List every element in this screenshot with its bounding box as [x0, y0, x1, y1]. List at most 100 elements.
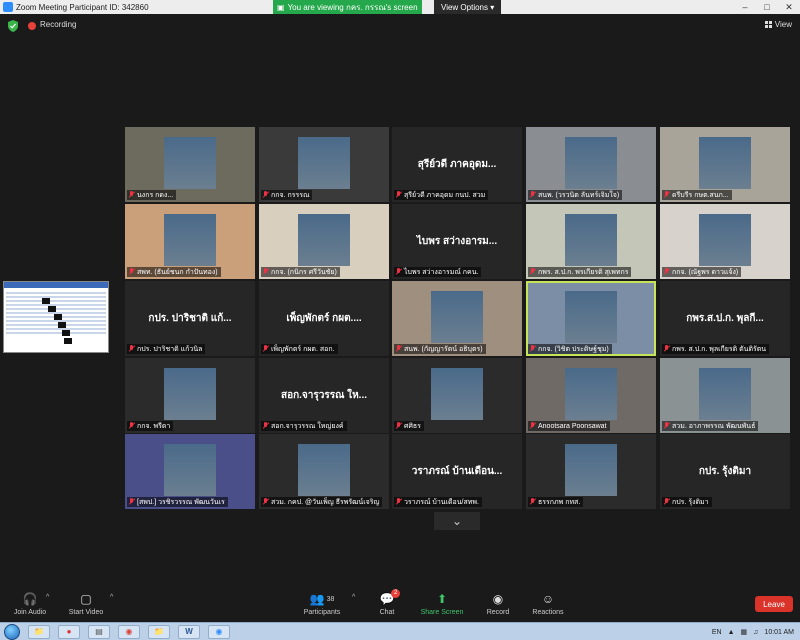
mic-muted-icon — [529, 268, 536, 276]
window-controls: – □ ✕ — [734, 0, 800, 14]
participant-tile[interactable]: ดรีบรีร กษต.สนก... — [660, 127, 790, 202]
network-icon[interactable]: ▦ — [741, 628, 748, 636]
mic-muted-icon — [395, 498, 402, 506]
tray-arrow-icon[interactable]: ▲ — [728, 629, 735, 636]
participant-tile[interactable]: สวม. กคป. @วันเพ็ญ ธีรพรัฒน์เจริญ — [259, 434, 389, 509]
participant-tile[interactable]: เพ็ญพักตร์ กผต.... เพ็ญพักตร์ กผต. สอก. — [259, 281, 389, 356]
share-screen-button[interactable]: ⬆ Share Screen — [412, 591, 472, 616]
participant-tile[interactable]: [สพป.] วรชิรวรรณ พัฒนวันเร — [125, 434, 255, 509]
participant-tile[interactable]: สนพ. (กัญญารัตน์ อธิบุตร) — [392, 281, 522, 356]
participants-button[interactable]: 👥 38 Participants — [292, 591, 352, 616]
participant-tile[interactable]: กกจ. (กนิกร ศรีวันชัย) — [259, 204, 389, 279]
window-title: Zoom Meeting Participant ID: 342860 — [16, 2, 149, 12]
participant-video — [164, 368, 216, 420]
leave-button[interactable]: Leave — [755, 596, 793, 612]
participant-tile[interactable]: ศศิธร — [392, 358, 522, 433]
mic-muted-icon — [395, 268, 402, 276]
mic-muted-icon — [262, 498, 269, 506]
video-options-chevron-icon[interactable]: ^ — [110, 594, 113, 601]
participant-tile[interactable]: สนพ. (วรวนิต ลันทร์เจิมใจ) — [526, 127, 656, 202]
participant-tile[interactable]: กพร.ส.ป.ก. พุลกี... กพร. ส.ป.ก. พุลเกียรต… — [660, 281, 790, 356]
participant-tile[interactable]: กกจ. (ณัฐพร ดาวแจ้ง) — [660, 204, 790, 279]
next-page-chevron-icon[interactable]: ⌄ — [434, 512, 480, 530]
mic-muted-icon — [262, 268, 269, 276]
encryption-shield-icon[interactable] — [8, 20, 18, 32]
explorer-taskbar-icon[interactable]: 📁 — [28, 624, 50, 639]
viewing-screen-banner: ▣ You are viewing กคร. กรรณ's screen — [273, 0, 422, 14]
chat-button[interactable]: 💬 2 Chat — [357, 589, 417, 616]
zoom-taskbar-icon[interactable]: ◉ — [208, 624, 230, 639]
participant-tile[interactable]: กกจ. (วิชิต ประดิษฐ์ชุม) — [526, 281, 656, 356]
word-taskbar-icon[interactable]: W — [178, 624, 200, 639]
close-icon[interactable]: ✕ — [778, 0, 800, 14]
participant-display-name: สุรีย์วดี ภาคอุดม... — [417, 159, 497, 170]
participant-display-name: วราภรณ์ บ้านเดือน... — [411, 466, 503, 477]
start-video-label: Start Video — [68, 609, 104, 616]
language-indicator[interactable]: EN — [712, 629, 722, 636]
participant-tile[interactable]: สุรีย์วดี ภาคอุดม... สุรีย์วดี ภาคอุดม กน… — [392, 127, 522, 202]
mic-muted-icon — [128, 268, 135, 276]
participant-tile[interactable]: กพร. ส.ป.ก. พรเกียรติ สุเพทกร — [526, 204, 656, 279]
mic-muted-icon — [395, 345, 402, 353]
participant-tile[interactable]: สอก.จารุวรรณ ให... สอก.จารุวรรณ ใหญ่ยงค์ — [259, 358, 389, 433]
view-label: View — [774, 20, 792, 29]
reactions-button[interactable]: ☺ Reactions — [518, 591, 578, 616]
document-taskbar-icon[interactable]: ▤ — [88, 624, 110, 639]
participant-name-tag: กพร. ส.ป.ก. พุลเกียรติ ตันติรัตน — [662, 344, 770, 354]
shared-screen-thumbnail[interactable] — [3, 281, 109, 353]
start-button-icon[interactable] — [4, 623, 20, 640]
participant-name-tag: นงกร กดง... — [127, 190, 177, 200]
participant-tile[interactable]: กปร. ปาริชาติ แก้... กปร. ปาริชาติ แก้วนิ… — [125, 281, 255, 356]
participant-tile[interactable]: กกจ. กรรรณ — [259, 127, 389, 202]
participant-name-tag: กปร. รุ้งติมา — [662, 497, 712, 507]
participant-tile[interactable]: ไบพร สว่างอารม... ไบพร สว่างอารมณ์ กคน. — [392, 204, 522, 279]
grid-view-icon — [764, 21, 772, 28]
participant-tile[interactable]: Anootsara Poonsawat — [526, 358, 656, 433]
mic-muted-icon — [128, 191, 135, 199]
explorer-window-taskbar-icon[interactable]: 📁 — [148, 624, 170, 639]
view-layout-button[interactable]: View — [764, 20, 792, 29]
recording-label: Recording — [40, 20, 77, 29]
viewing-banner-label: You are viewing กคร. กรรณ's screen — [287, 2, 418, 12]
zoom-meeting-window: Zoom Meeting Participant ID: 342860 – □ … — [0, 0, 800, 640]
screen-share-icon: ▣ — [277, 2, 285, 12]
participant-name-tag: กกจ. (กนิกร ศรีวันชัย) — [261, 267, 340, 277]
participant-display-name: กปร. รุ้งติมา — [698, 466, 752, 477]
participant-tile[interactable]: กกจ. พรีดา — [125, 358, 255, 433]
mic-muted-icon — [663, 422, 670, 430]
maximize-icon[interactable]: □ — [756, 0, 778, 14]
participant-video — [565, 214, 617, 266]
audio-options-chevron-icon[interactable]: ^ — [46, 594, 49, 601]
participant-tile[interactable]: นงกร กดง... — [125, 127, 255, 202]
participant-video — [164, 137, 216, 189]
participant-name: กพร. ส.ป.ก. พรเกียรติ สุเพทกร — [538, 268, 629, 276]
participant-name: สวม. กคป. @วันเพ็ญ ธีรพรัฒน์เจริญ — [271, 498, 380, 506]
participant-tile[interactable]: ธรรกภพ กทส. — [526, 434, 656, 509]
participant-tile[interactable]: วราภรณ์ บ้านเดือน... วราภรณ์ บ้านเดือน/สท… — [392, 434, 522, 509]
participant-tile[interactable]: กปร. รุ้งติมา กปร. รุ้งติมา — [660, 434, 790, 509]
participant-display-name: เพ็ญพักตร์ กผต.... — [286, 313, 362, 324]
chrome-taskbar-icon[interactable]: ◉ — [118, 624, 140, 639]
participant-name: กกจ. กรรรณ — [271, 191, 310, 199]
start-video-button[interactable]: ▢ Start Video — [56, 591, 116, 616]
participant-video — [565, 444, 617, 496]
minimize-icon[interactable]: – — [734, 0, 756, 14]
meeting-top-bar: Recording View — [0, 14, 800, 38]
view-options-button[interactable]: View Options ▾ — [434, 0, 502, 14]
participant-display-name: สอก.จารุวรรณ ให... — [280, 390, 367, 401]
participant-name-tag: ดรีบรีร กษต.สนก... — [662, 190, 732, 200]
participants-options-chevron-icon[interactable]: ^ — [352, 594, 355, 601]
participant-video — [565, 291, 617, 343]
participant-video — [298, 137, 350, 189]
taskbar-clock[interactable]: 10:01 AM — [764, 629, 794, 636]
media-taskbar-icon[interactable]: ● — [58, 624, 80, 639]
mic-muted-icon — [663, 268, 670, 276]
participant-tile[interactable]: สพท. (ธันย์ชนก กำปันทอง) — [125, 204, 255, 279]
volume-icon[interactable]: ♫ — [753, 629, 758, 636]
recording-dot-icon — [28, 22, 36, 30]
mic-muted-icon — [128, 498, 135, 506]
participant-tile[interactable]: สวม. อาภาพรรณ พัฒนพันธ์ — [660, 358, 790, 433]
mic-muted-icon — [663, 498, 670, 506]
join-audio-button[interactable]: 🎧 Join Audio — [0, 591, 60, 616]
participant-name: กกจ. (ณัฐพร ดาวแจ้ง) — [672, 268, 739, 276]
